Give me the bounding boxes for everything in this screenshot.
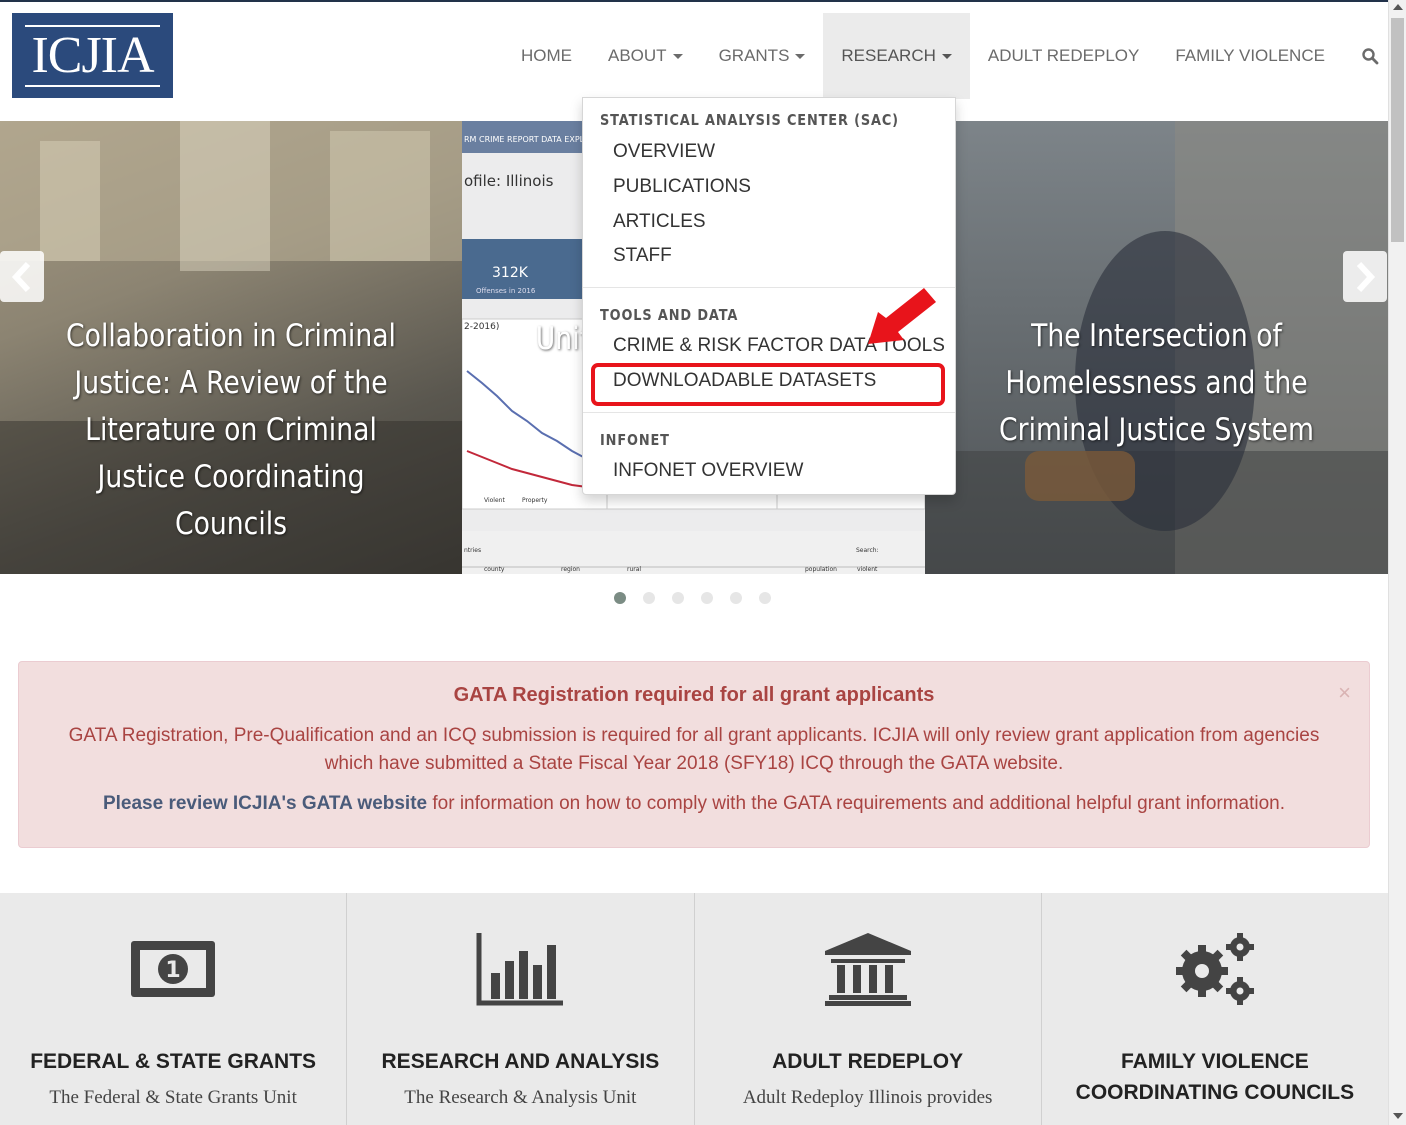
card-federal-state-grants[interactable]: 1 FEDERAL & STATE GRANTS The Federal & S… <box>0 893 348 1125</box>
menu-item-infonet-overview[interactable]: INFONET OVERVIEW <box>613 460 803 482</box>
alert-body: GATA Registration, Pre-Qualification and… <box>68 725 1320 774</box>
main-nav: HOME ABOUT GRANTS RESEARCH ADULT REDEPLO… <box>503 13 1397 99</box>
nav-home-label: HOME <box>521 46 572 65</box>
card-title: FEDERAL & STATE GRANTS <box>30 1050 317 1073</box>
logo-text: ICJIA <box>25 24 160 87</box>
carousel-dot-4[interactable] <box>701 592 713 604</box>
explorer-column-rural: rural <box>627 566 641 573</box>
svg-text:1: 1 <box>165 958 180 983</box>
alert-footer: Please review ICJIA's GATA website for i… <box>49 790 1339 818</box>
card-text: The Federal & State Grants Unit <box>49 1087 297 1108</box>
slide-3-caption: The Intersection of Homelessness and the… <box>999 318 1314 448</box>
explorer-legend-violent: Violent <box>484 497 505 504</box>
explorer-legend-property: Property <box>522 497 548 504</box>
card-text: Adult Redeploy Illinois provides <box>742 1087 993 1108</box>
card-title: RESEARCH AND ANALYSIS <box>381 1050 660 1073</box>
alert-footer-text: for information on how to comply with th… <box>427 793 1286 814</box>
alert-title: GATA Registration required for all grant… <box>453 684 935 706</box>
chevron-left-icon <box>11 261 31 292</box>
nav-home[interactable]: HOME <box>503 13 590 99</box>
dropdown-header-tools: TOOLS AND DATA <box>600 306 739 324</box>
card-text: The Research & Analysis Unit <box>404 1087 637 1108</box>
carousel-next-button[interactable] <box>1343 251 1387 302</box>
explorer-stat-label: Offenses in 2016 <box>476 287 536 295</box>
gears-icon <box>1175 933 1254 1005</box>
money-icon: 1 <box>131 941 216 997</box>
menu-item-overview[interactable]: OVERVIEW <box>613 141 715 163</box>
carousel-dot-3[interactable] <box>672 592 684 604</box>
menu-item-staff[interactable]: STAFF <box>613 245 672 267</box>
carousel-indicators <box>614 592 771 604</box>
explorer-column-violent: violent <box>857 566 878 573</box>
explorer-row-label: ntries <box>464 547 481 554</box>
nav-about-label: ABOUT <box>608 46 667 65</box>
explorer-profile-text: ofile: Illinois <box>464 172 554 190</box>
downloadable-datasets-highlight <box>591 363 945 406</box>
carousel-dot-6[interactable] <box>759 592 771 604</box>
menu-item-publications[interactable]: PUBLICATIONS <box>613 176 751 198</box>
explorer-year-range: 2-2016) <box>464 322 499 332</box>
scroll-down-arrow-icon[interactable] <box>1393 1113 1403 1119</box>
nav-about[interactable]: ABOUT <box>590 13 701 99</box>
explorer-column-county: county <box>484 566 505 573</box>
nav-adult-redeploy-label: ADULT REDEPLOY <box>987 46 1140 65</box>
explorer-stat-text: 312K <box>492 265 529 281</box>
card-adult-redeploy[interactable]: ADULT REDEPLOY Adult Redeploy Illinois p… <box>694 893 1042 1125</box>
nav-research-label: RESEARCH <box>841 46 936 65</box>
card-family-violence[interactable]: FAMILY VIOLENCE COORDINATING COUNCILS <box>1041 893 1388 1125</box>
card-title: ADULT REDEPLOY <box>772 1050 964 1073</box>
caret-down-icon <box>941 53 952 59</box>
nav-grants[interactable]: GRANTS <box>701 13 824 99</box>
card-research-analysis[interactable]: RESEARCH AND ANALYSIS The Research & Ana… <box>347 893 695 1125</box>
carousel-prev-button[interactable] <box>0 251 44 302</box>
card-title: FAMILY VIOLENCE COORDINATING COUNCILS <box>1075 1050 1355 1104</box>
scroll-up-arrow-icon[interactable] <box>1393 4 1403 10</box>
carousel-slide-3[interactable]: The Intersection of Homelessness and the… <box>925 121 1388 574</box>
slide-1-caption: Collaboration in Criminal Justice: A Rev… <box>66 318 396 542</box>
explorer-column-region: region <box>561 566 580 573</box>
dropdown-header-sac: STATISTICAL ANALYSIS CENTER (SAC) <box>600 111 899 129</box>
caret-down-icon <box>672 53 683 59</box>
nav-family-violence-label: FAMILY VIOLENCE <box>1175 46 1325 65</box>
explorer-column-population: population <box>805 566 837 573</box>
bar-chart-icon <box>476 933 564 1006</box>
red-pointer-arrow-icon <box>868 288 936 344</box>
chevron-right-icon <box>1356 261 1376 292</box>
dropdown-divider <box>583 412 955 413</box>
vertical-scrollbar[interactable] <box>1388 0 1406 1125</box>
gata-alert: × GATA Registration required for all gra… <box>18 661 1370 848</box>
menu-item-articles[interactable]: ARTICLES <box>613 211 706 233</box>
carousel-slide-1[interactable]: Collaboration in Criminal Justice: A Rev… <box>0 121 462 574</box>
icjia-logo[interactable]: ICJIA <box>12 13 173 98</box>
nav-family-violence[interactable]: FAMILY VIOLENCE <box>1157 13 1343 99</box>
carousel-dot-2[interactable] <box>643 592 655 604</box>
caret-down-icon <box>795 53 806 59</box>
carousel-dot-1[interactable] <box>614 592 626 604</box>
nav-research[interactable]: RESEARCH <box>823 13 970 99</box>
explorer-search-label: Search: <box>856 547 879 554</box>
feature-cards: 1 FEDERAL & STATE GRANTS The Federal & S… <box>0 893 1388 1125</box>
nav-grants-label: GRANTS <box>718 46 790 65</box>
dropdown-header-infonet: INFONET <box>600 431 670 449</box>
search-icon <box>1362 48 1379 65</box>
carousel-dot-5[interactable] <box>730 592 742 604</box>
gata-website-link[interactable]: Please review ICJIA's GATA website <box>103 793 427 814</box>
scrollbar-thumb[interactable] <box>1391 18 1404 242</box>
institution-icon <box>824 933 911 1006</box>
nav-adult-redeploy[interactable]: ADULT REDEPLOY <box>970 13 1157 99</box>
